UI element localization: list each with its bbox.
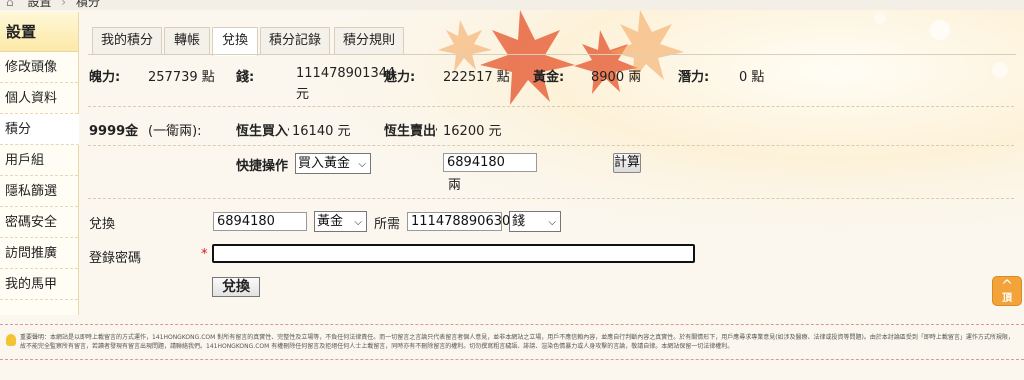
buy-price-label: 恆生買入價 <box>236 124 289 139</box>
sell-price-value: 16200 元 <box>443 124 502 139</box>
sell-price-label: 恆生賣出價 <box>384 124 437 139</box>
latent-label: 潛力: <box>678 70 710 85</box>
quick-action-select-value: 買入黃金 <box>298 156 351 171</box>
tab-exchange[interactable]: 兌換 <box>212 27 258 56</box>
required-marker: * <box>201 247 208 262</box>
money-label: 錢: <box>236 70 255 85</box>
back-to-top-label: 頂 <box>1002 293 1012 304</box>
sidebar-item-usergroup[interactable]: 用戶組 <box>0 145 78 176</box>
sidebar-item-privacy[interactable]: 隱私篩選 <box>0 176 78 207</box>
chevron-down-icon: ⌵ <box>354 217 362 228</box>
money-value: 111478901344 <box>296 66 396 81</box>
sidebar-item-sockpuppet[interactable]: 我的馬甲 <box>0 269 78 300</box>
divider <box>88 198 1014 199</box>
sidebar-item-password[interactable]: 密碼安全 <box>0 207 78 238</box>
tab-transfer[interactable]: 轉帳 <box>164 27 210 55</box>
exchange-from-select-value: 黃金 <box>317 214 344 229</box>
breadcrumb-points[interactable]: 積分 <box>76 0 100 9</box>
top-bar <box>0 0 1024 10</box>
password-input[interactable] <box>212 244 695 263</box>
quick-amount-unit: 兩 <box>448 178 462 193</box>
latent-value: 0 點 <box>739 70 765 85</box>
chevron-down-icon: ⌵ <box>358 159 366 170</box>
sidebar-item-profile[interactable]: 個人資料 <box>0 83 78 114</box>
lightbulb-icon <box>6 334 16 346</box>
tab-my-points[interactable]: 我的積分 <box>92 27 162 55</box>
required-amount-field[interactable]: 111478890630 <box>407 212 510 231</box>
gold-item-label: 9999金 <box>89 124 139 139</box>
home-icon[interactable]: ⌂ <box>6 0 14 9</box>
money-unit: 元 <box>296 87 310 102</box>
settings-sidebar: 設置 修改頭像 個人資料 積分 用戶組 隱私篩選 密碼安全 訪問推廣 我的馬甲 <box>0 12 79 315</box>
exchange-from-select[interactable]: 黃金 ⌵ <box>314 211 367 232</box>
divider <box>88 145 1014 146</box>
breadcrumb-settings[interactable]: 設置 <box>27 0 51 9</box>
required-amount-label: 所需 <box>374 217 401 232</box>
soul-value: 257739 點 <box>148 70 215 85</box>
buy-price-value: 16140 元 <box>292 124 351 139</box>
quick-action-label: 快捷操作 <box>236 159 289 174</box>
tab-points-log[interactable]: 積分記錄 <box>260 27 330 55</box>
tab-points-rules[interactable]: 積分規則 <box>334 27 404 55</box>
password-label: 登錄密碼 <box>89 251 142 266</box>
gold-unit-label: (一衛兩): <box>148 124 202 139</box>
charm-label: 魅力: <box>384 70 416 85</box>
breadcrumb-separator: › <box>61 0 67 9</box>
quick-amount-input[interactable]: 6894180 <box>443 153 537 172</box>
sidebar-item-avatar[interactable]: 修改頭像 <box>0 52 78 83</box>
quick-action-select[interactable]: 買入黃金 ⌵ <box>295 153 371 174</box>
exchange-to-select[interactable]: 錢 ⌵ <box>509 211 561 232</box>
sidebar-title: 設置 <box>0 12 78 52</box>
chevron-down-icon: ⌵ <box>548 217 556 228</box>
charm-value: 222517 點 <box>443 70 510 85</box>
soul-label: 魄力: <box>89 70 121 85</box>
breadcrumb: ⌂ 設置 › 積分 <box>6 0 100 10</box>
disclaimer-text: 重要聲明：本網站是以即時上載留言的方式運作，141HONGKONG.COM 對所… <box>20 334 1014 350</box>
exchange-amount-input[interactable]: 6894180 <box>213 212 307 231</box>
back-to-top-button[interactable]: ^ 頂 <box>992 276 1022 306</box>
chevron-up-icon: ^ <box>1001 278 1013 294</box>
gold-label: 黃金: <box>533 70 565 85</box>
exchange-submit-button[interactable]: 兌換 <box>212 277 260 297</box>
sidebar-item-points[interactable]: 積分 <box>0 114 79 145</box>
calculate-button[interactable]: 計算 <box>613 153 641 173</box>
exchange-to-select-value: 錢 <box>512 214 526 229</box>
sidebar-item-promotion[interactable]: 訪問推廣 <box>0 238 78 269</box>
disclaimer-footer: 重要聲明：本網站是以即時上載留言的方式運作，141HONGKONG.COM 對所… <box>0 324 1024 360</box>
gold-value: 8900 兩 <box>591 70 642 85</box>
exchange-label: 兌換 <box>89 217 116 232</box>
divider <box>88 106 1014 107</box>
exchange-panel: 魄力: 257739 點 錢: 111478901344 元 魅力: 22251… <box>88 55 1016 305</box>
